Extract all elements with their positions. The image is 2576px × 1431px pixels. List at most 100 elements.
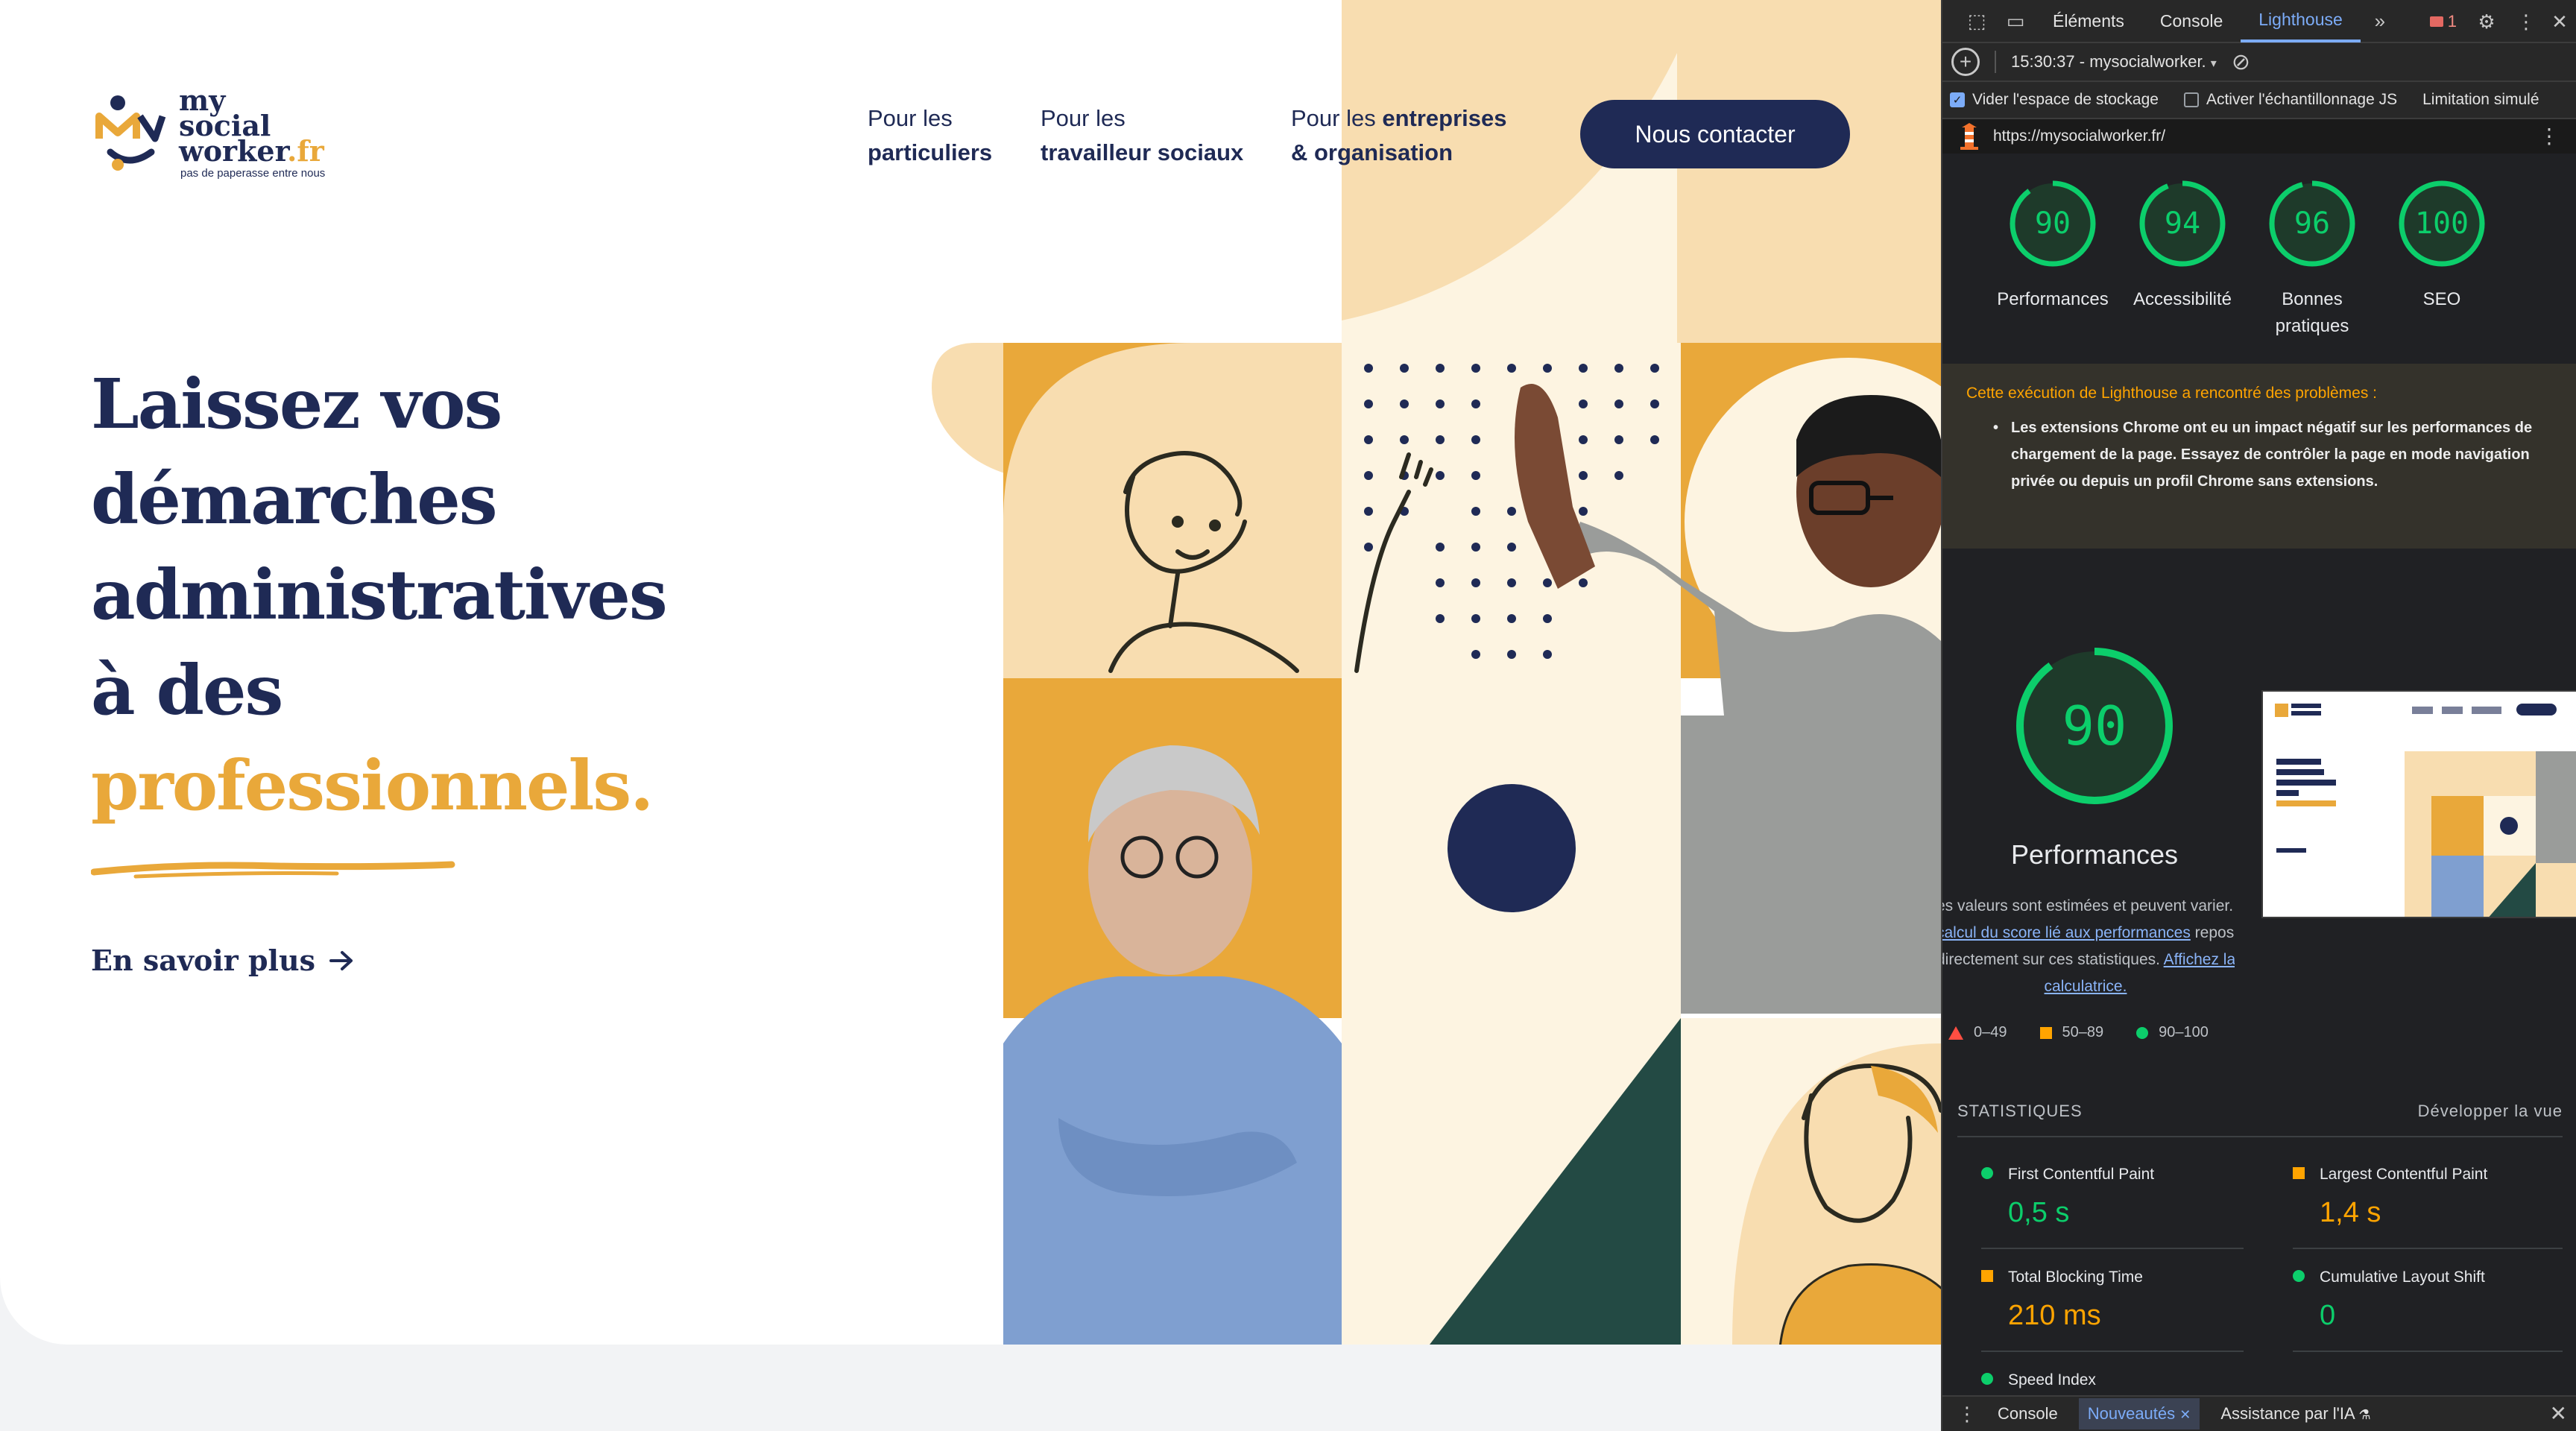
metric-divider xyxy=(2293,1351,2563,1352)
hero-accent: professionnels. xyxy=(91,745,654,826)
performance-description: es valeurs sont estimées et peuvent vari… xyxy=(1941,893,2235,1000)
close-drawer-icon[interactable]: ✕ xyxy=(2550,1401,2567,1426)
hero-line: à des xyxy=(91,650,283,730)
report-url[interactable]: https://mysocialworker.fr/ xyxy=(1993,127,2165,145)
drawer-menu-icon[interactable]: ⋮ xyxy=(1957,1403,1977,1426)
drawer-tab-whats-new[interactable]: Nouveautés ✕ xyxy=(2078,1398,2200,1430)
tab-elements[interactable]: Éléments xyxy=(2035,0,2142,42)
clear-storage-checkbox[interactable]: ✓ xyxy=(1950,92,1965,107)
gauge-accessibilite[interactable]: 94 Accessibilité xyxy=(2123,179,2242,313)
warning-item: Les extensions Chrome ont eu un impact n… xyxy=(1993,414,2554,495)
performance-label: Performances xyxy=(2010,839,2179,870)
gauge-bonnes-pratiques[interactable]: 96 Bonnes pratiques xyxy=(2253,179,2372,340)
hero-underline-decoration xyxy=(91,861,455,879)
performance-gauge: 90 xyxy=(2014,645,2175,806)
report-menu-icon[interactable]: ⋮ xyxy=(2539,124,2560,148)
devtools-panel: ⬚ ▭ Éléments Console Lighthouse » 1 ⚙ ⋮ … xyxy=(1941,0,2576,1431)
square-icon xyxy=(2039,1026,2052,1039)
contact-button[interactable]: Nous contacter xyxy=(1580,100,1850,168)
report-selector-label: 15:30:37 - mysocialworker. xyxy=(2011,52,2206,71)
logo-tagline: pas de paperasse entre nous xyxy=(180,167,326,180)
dropdown-caret-icon: ▾ xyxy=(2210,57,2217,70)
metric-value: 1,4 s xyxy=(2320,1197,2381,1228)
learn-more-link[interactable]: En savoir plus xyxy=(91,944,354,977)
score-calculation-link[interactable]: calcul du score lié aux performances xyxy=(1942,924,2191,941)
metric-name: Total Blocking Time xyxy=(2008,1269,2143,1286)
kebab-menu-icon[interactable]: ⋮ xyxy=(2516,10,2536,34)
option-label: Activer l'échantillonnage JS xyxy=(2206,91,2398,108)
website-viewport: my social worker.fr pas de paperasse ent… xyxy=(0,0,1941,1431)
hero-line: administratives xyxy=(91,555,668,635)
navy-circle xyxy=(1448,784,1576,912)
gauge-label: Accessibilité xyxy=(2133,289,2232,309)
hero-title: Laissez vos démarches administratives à … xyxy=(91,356,668,833)
gauge-label: SEO xyxy=(2422,289,2461,309)
nav-label: travailleur sociaux xyxy=(1041,139,1244,165)
metric-divider xyxy=(1981,1248,2244,1249)
desc-text: repose xyxy=(2194,924,2235,941)
devtools-tabbar: ⬚ ▭ Éléments Console Lighthouse » 1 ⚙ ⋮ … xyxy=(1942,0,2576,43)
screen: my social worker.fr pas de paperasse ent… xyxy=(0,0,2576,1431)
device-toolbar-icon[interactable]: ▭ xyxy=(1996,10,2035,33)
legend-average: 50–89 xyxy=(2039,1024,2103,1041)
site-logo[interactable]: my social worker.fr pas de paperasse ent… xyxy=(88,86,341,183)
logo-tld: .fr xyxy=(287,134,324,168)
metric-cls: Cumulative Layout Shift 0 xyxy=(2254,1251,2552,1353)
flask-icon: ⚗ xyxy=(2358,1407,2371,1422)
screenshot-preview xyxy=(2263,692,2576,917)
close-tab-icon[interactable]: ✕ xyxy=(2179,1407,2191,1422)
gauge-performances[interactable]: 90 Performances xyxy=(1993,179,2112,313)
toolbar-divider xyxy=(1995,51,1996,73)
js-sampling-checkbox[interactable] xyxy=(2183,92,2199,107)
inspect-element-icon[interactable]: ⬚ xyxy=(1957,10,1996,33)
metric-lcp: Largest Contentful Paint 1,4 s xyxy=(2254,1148,2552,1251)
gauge-score: 90 xyxy=(2034,206,2071,241)
report-selector[interactable]: 15:30:37 - mysocialworker. ▾ xyxy=(2011,52,2217,72)
devtools-drawer-tabs: ⋮ Console Nouveautés ✕ Assistance par l'… xyxy=(1942,1395,2576,1431)
legend-pass: 90–100 xyxy=(2136,1024,2209,1041)
error-count: 1 xyxy=(2447,12,2457,31)
nav-entreprises[interactable]: Pour les entreprises & organisation xyxy=(1291,101,1507,170)
lighthouse-report: 90 Performances 94 Accessibilité 96 Bonn… xyxy=(1942,154,2576,1395)
gauge-seo[interactable]: 100 SEO xyxy=(2382,179,2501,313)
throttling-option[interactable]: Limitation simulé xyxy=(2422,91,2539,109)
tab-lighthouse[interactable]: Lighthouse xyxy=(2241,0,2361,42)
drawer-tab-ai-assistance[interactable]: Assistance par l'IA ⚗ xyxy=(2220,1404,2370,1424)
more-tabs-icon[interactable]: » xyxy=(2361,10,2399,33)
metric-tbt: Total Blocking Time 210 ms xyxy=(1942,1251,2241,1353)
hero-line: démarches xyxy=(91,459,498,540)
final-screenshot-thumbnail[interactable] xyxy=(2261,690,2576,918)
nav-prefix: Pour les xyxy=(1291,105,1376,131)
hero-line: Laissez vos xyxy=(91,364,502,444)
nav-label: particuliers xyxy=(868,139,993,165)
new-report-plus-icon[interactable]: + xyxy=(1951,48,1980,76)
tab-console[interactable]: Console xyxy=(2142,0,2241,42)
warning-box: Cette exécution de Lighthouse a rencontr… xyxy=(1942,364,2576,549)
metric-value: 0,5 s xyxy=(2008,1197,2070,1228)
nav-travailleurs-sociaux[interactable]: Pour les travailleur sociaux xyxy=(1041,101,1243,170)
metric-divider xyxy=(1981,1351,2244,1352)
lighthouse-toolbar: + 15:30:37 - mysocialworker. ▾ ⊘ xyxy=(1942,43,2576,82)
gauge-label: Bonnes pratiques xyxy=(2275,289,2349,336)
pass-circle-icon xyxy=(1981,1167,1993,1179)
logo-mark-icon xyxy=(95,95,166,171)
average-square-icon xyxy=(1981,1270,1993,1282)
drawer-tab-console[interactable]: Console xyxy=(1998,1404,2058,1424)
calculator-link-2[interactable]: calculatrice. xyxy=(2045,978,2127,995)
nav-particuliers[interactable]: Pour les particuliers xyxy=(868,101,992,170)
nav-label: entreprises xyxy=(1382,105,1507,131)
clear-reports-icon[interactable]: ⊘ xyxy=(2232,49,2250,75)
lighthouse-options: ✓ Vider l'espace de stockage Activer l'é… xyxy=(1942,82,2576,118)
metric-value: 0 xyxy=(2320,1300,2336,1331)
arrow-right-icon xyxy=(329,950,353,970)
close-devtools-icon[interactable]: ✕ xyxy=(2551,10,2569,34)
performance-score: 90 xyxy=(2062,695,2127,757)
expand-view-toggle[interactable]: Développer la vue xyxy=(2418,1102,2563,1121)
legend-fail: 0–49 xyxy=(1948,1024,2007,1041)
nav-suffix: & organisation xyxy=(1291,139,1453,165)
desc-text: directement sur ces statistiques. xyxy=(1941,951,2164,968)
calculator-link[interactable]: Affichez la xyxy=(2164,951,2235,968)
stats-title: STATISTIQUES xyxy=(1957,1102,2083,1120)
settings-gear-icon[interactable]: ⚙ xyxy=(2473,10,2500,34)
error-count-badge[interactable]: 1 xyxy=(2429,12,2457,31)
